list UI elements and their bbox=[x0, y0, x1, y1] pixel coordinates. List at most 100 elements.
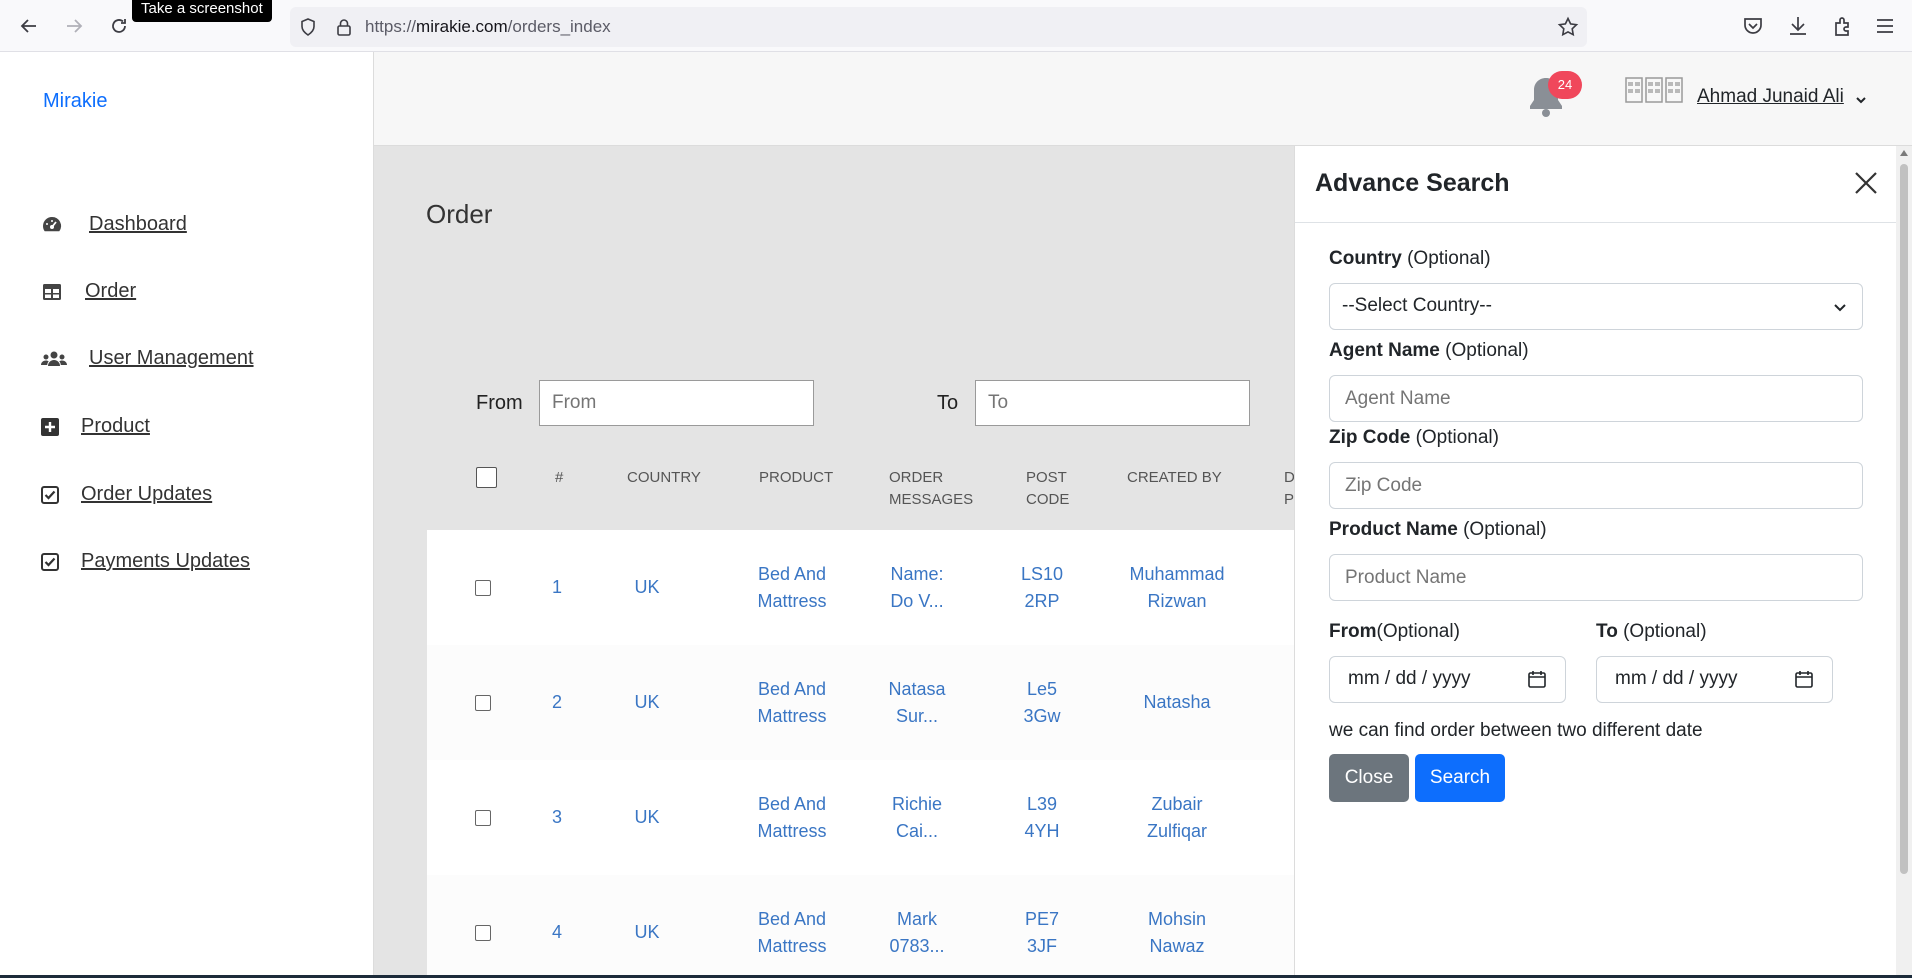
cell-order-message[interactable]: Mark 0783... bbox=[872, 906, 962, 960]
sidebar-item-label: Order bbox=[85, 280, 137, 302]
calendar-icon[interactable] bbox=[1527, 669, 1547, 689]
scrollbar[interactable] bbox=[1896, 146, 1912, 978]
sidebar-item-order[interactable]: Order bbox=[41, 280, 136, 303]
panel-title: Advance Search bbox=[1315, 169, 1510, 197]
cell-post-code[interactable]: L39 4YH bbox=[1007, 791, 1077, 845]
from-date-label: From(Optional) bbox=[1329, 621, 1460, 642]
lock-icon[interactable] bbox=[334, 17, 354, 37]
to-date-input[interactable]: mm / dd / yyyy bbox=[1596, 656, 1833, 703]
cell-order-message[interactable]: Natasa Sur... bbox=[872, 676, 962, 730]
row-checkbox[interactable] bbox=[475, 695, 491, 711]
cell-num[interactable]: 2 bbox=[542, 689, 572, 716]
cell-post-code[interactable]: Le5 3Gw bbox=[1007, 676, 1077, 730]
page-title: Order bbox=[426, 199, 493, 229]
agent-name-input[interactable] bbox=[1329, 375, 1863, 422]
table-row[interactable]: 2 UK Bed And Mattress Natasa Sur... Le5 3Gw… bbox=[427, 645, 1294, 760]
pocket-icon[interactable] bbox=[1741, 14, 1765, 38]
sidebar-item-order-updates[interactable]: Order Updates bbox=[41, 483, 212, 506]
row-checkbox[interactable] bbox=[475, 810, 491, 826]
sidebar-item-label: Product bbox=[81, 415, 150, 437]
from-filter-input[interactable] bbox=[539, 380, 814, 426]
cell-country[interactable]: UK bbox=[622, 804, 672, 831]
sidebar-item-label: Payments Updates bbox=[81, 550, 250, 572]
cell-product[interactable]: Bed And Mattress bbox=[742, 676, 842, 730]
cell-order-message[interactable]: Name: Do V... bbox=[872, 561, 962, 615]
to-filter-label: To bbox=[937, 392, 959, 414]
column-header-num[interactable]: # bbox=[555, 467, 563, 489]
zip-code-input[interactable] bbox=[1329, 462, 1863, 509]
column-header-post-code[interactable]: POST CODE bbox=[1026, 467, 1069, 511]
cell-country[interactable]: UK bbox=[622, 574, 672, 601]
forward-button[interactable] bbox=[60, 12, 88, 40]
user-menu-name[interactable]: Ahmad Junaid Ali bbox=[1697, 86, 1844, 108]
advance-search-panel: Advance Search Country (Optional) --Sele… bbox=[1294, 146, 1897, 978]
url-bar[interactable]: https://mirakie.com/orders_index bbox=[290, 7, 1587, 47]
country-select[interactable]: --Select Country-- bbox=[1329, 283, 1863, 330]
brand-area: Mirakie bbox=[0, 52, 374, 146]
panel-divider bbox=[1295, 222, 1897, 223]
row-checkbox[interactable] bbox=[475, 925, 491, 941]
bookmark-star-icon[interactable] bbox=[1557, 16, 1579, 38]
screenshot-tooltip: Take a screenshot bbox=[132, 0, 272, 22]
chevron-down-icon bbox=[1834, 304, 1846, 312]
shield-icon[interactable] bbox=[298, 17, 318, 37]
close-icon[interactable] bbox=[1853, 170, 1879, 196]
calendar-icon[interactable] bbox=[1794, 669, 1814, 689]
country-label: Country (Optional) bbox=[1329, 248, 1491, 269]
column-header-order-messages[interactable]: ORDER MESSAGES bbox=[889, 467, 973, 511]
sidebar-item-label: Order Updates bbox=[81, 483, 213, 505]
product-name-label: Product Name (Optional) bbox=[1329, 519, 1547, 540]
column-header-country[interactable]: COUNTRY bbox=[627, 467, 701, 489]
url-text[interactable]: https://mirakie.com/orders_index bbox=[365, 17, 611, 37]
sidebar-item-label: User Management bbox=[89, 347, 254, 369]
avatar[interactable] bbox=[1625, 76, 1683, 106]
chevron-down-icon[interactable] bbox=[1855, 94, 1867, 106]
table-row[interactable]: 1 UK Bed And Mattress Name: Do V... LS10 2R… bbox=[427, 530, 1294, 645]
cell-country[interactable]: UK bbox=[622, 689, 672, 716]
column-header-product[interactable]: PRODUCT bbox=[759, 467, 833, 489]
cell-num[interactable]: 3 bbox=[542, 804, 572, 831]
menu-icon[interactable] bbox=[1873, 14, 1897, 38]
gauge-icon bbox=[43, 216, 62, 231]
close-button[interactable]: Close bbox=[1329, 754, 1409, 802]
table-icon bbox=[43, 283, 61, 300]
cell-post-code[interactable]: PE7 3JF bbox=[1007, 906, 1077, 960]
cell-created-by[interactable]: Zubair Zulfiqar bbox=[1117, 791, 1237, 845]
cell-num[interactable]: 4 bbox=[542, 919, 572, 946]
sidebar-item-payments-updates[interactable]: Payments Updates bbox=[41, 550, 250, 573]
sidebar-item-dashboard[interactable]: Dashboard bbox=[41, 213, 187, 236]
table-row[interactable]: 3 UK Bed And Mattress Richie Cai... L39 4YH… bbox=[427, 760, 1294, 875]
cell-created-by[interactable]: Muhammad Rizwan bbox=[1117, 561, 1237, 615]
to-date-label: To (Optional) bbox=[1596, 621, 1707, 642]
check-square-icon bbox=[41, 485, 59, 504]
select-all-checkbox[interactable] bbox=[476, 467, 497, 488]
cell-created-by[interactable]: Mohsin Nawaz bbox=[1117, 906, 1237, 960]
plus-square-icon bbox=[41, 417, 59, 436]
cell-product[interactable]: Bed And Mattress bbox=[742, 906, 842, 960]
row-checkbox[interactable] bbox=[475, 580, 491, 596]
scroll-up-arrow-icon[interactable] bbox=[1899, 148, 1909, 158]
cell-created-by[interactable]: Natasha bbox=[1117, 689, 1237, 716]
search-button[interactable]: Search bbox=[1415, 754, 1505, 802]
reload-button[interactable] bbox=[105, 12, 133, 40]
cell-post-code[interactable]: LS10 2RP bbox=[1007, 561, 1077, 615]
from-date-input[interactable]: mm / dd / yyyy bbox=[1329, 656, 1566, 703]
table-row[interactable]: 4 UK Bed And Mattress Mark 0783... PE7 3JF … bbox=[427, 875, 1294, 975]
cell-order-message[interactable]: Richie Cai... bbox=[872, 791, 962, 845]
notification-badge: 24 bbox=[1548, 71, 1582, 99]
extensions-icon[interactable] bbox=[1831, 14, 1855, 38]
sidebar-item-label: Dashboard bbox=[89, 213, 187, 235]
cell-num[interactable]: 1 bbox=[542, 574, 572, 601]
to-filter-input[interactable] bbox=[975, 380, 1250, 426]
column-header-created-by[interactable]: CREATED BY bbox=[1127, 467, 1222, 489]
download-icon[interactable] bbox=[1786, 14, 1810, 38]
sidebar-item-user-management[interactable]: User Management bbox=[41, 347, 254, 370]
cell-product[interactable]: Bed And Mattress bbox=[742, 561, 842, 615]
product-name-input[interactable] bbox=[1329, 554, 1863, 601]
cell-country[interactable]: UK bbox=[622, 919, 672, 946]
cell-product[interactable]: Bed And Mattress bbox=[742, 791, 842, 845]
scroll-thumb[interactable] bbox=[1900, 164, 1908, 874]
back-button[interactable] bbox=[15, 12, 43, 40]
brand-logo-text[interactable]: Mirakie bbox=[43, 90, 107, 113]
sidebar-item-product[interactable]: Product bbox=[41, 415, 150, 438]
